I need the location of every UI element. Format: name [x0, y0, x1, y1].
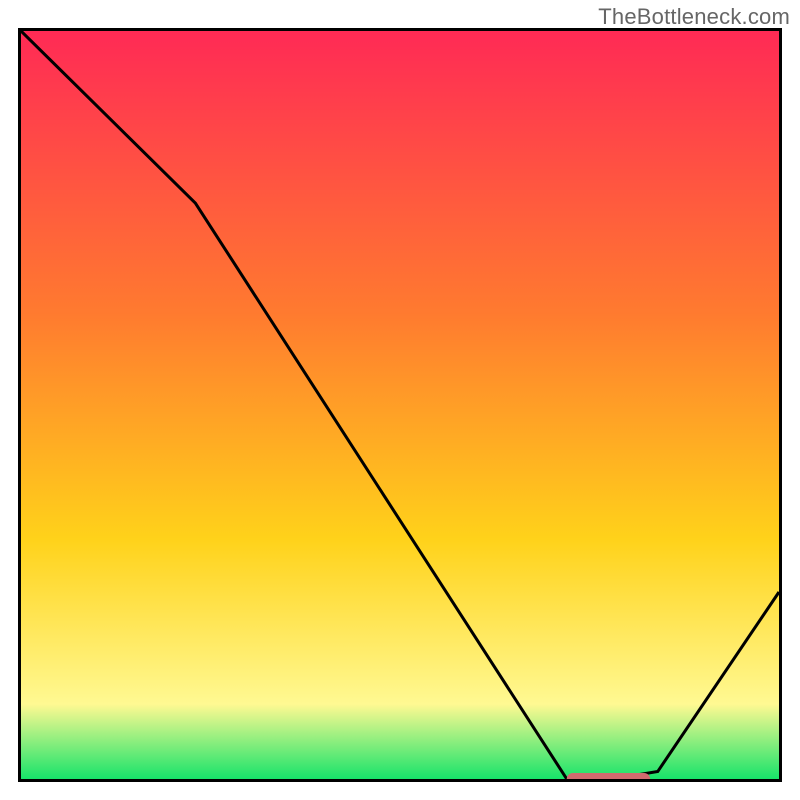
chart-svg	[21, 31, 779, 779]
optimal-marker	[567, 773, 650, 779]
chart-area	[18, 28, 782, 782]
watermark-text: TheBottleneck.com	[598, 4, 790, 30]
